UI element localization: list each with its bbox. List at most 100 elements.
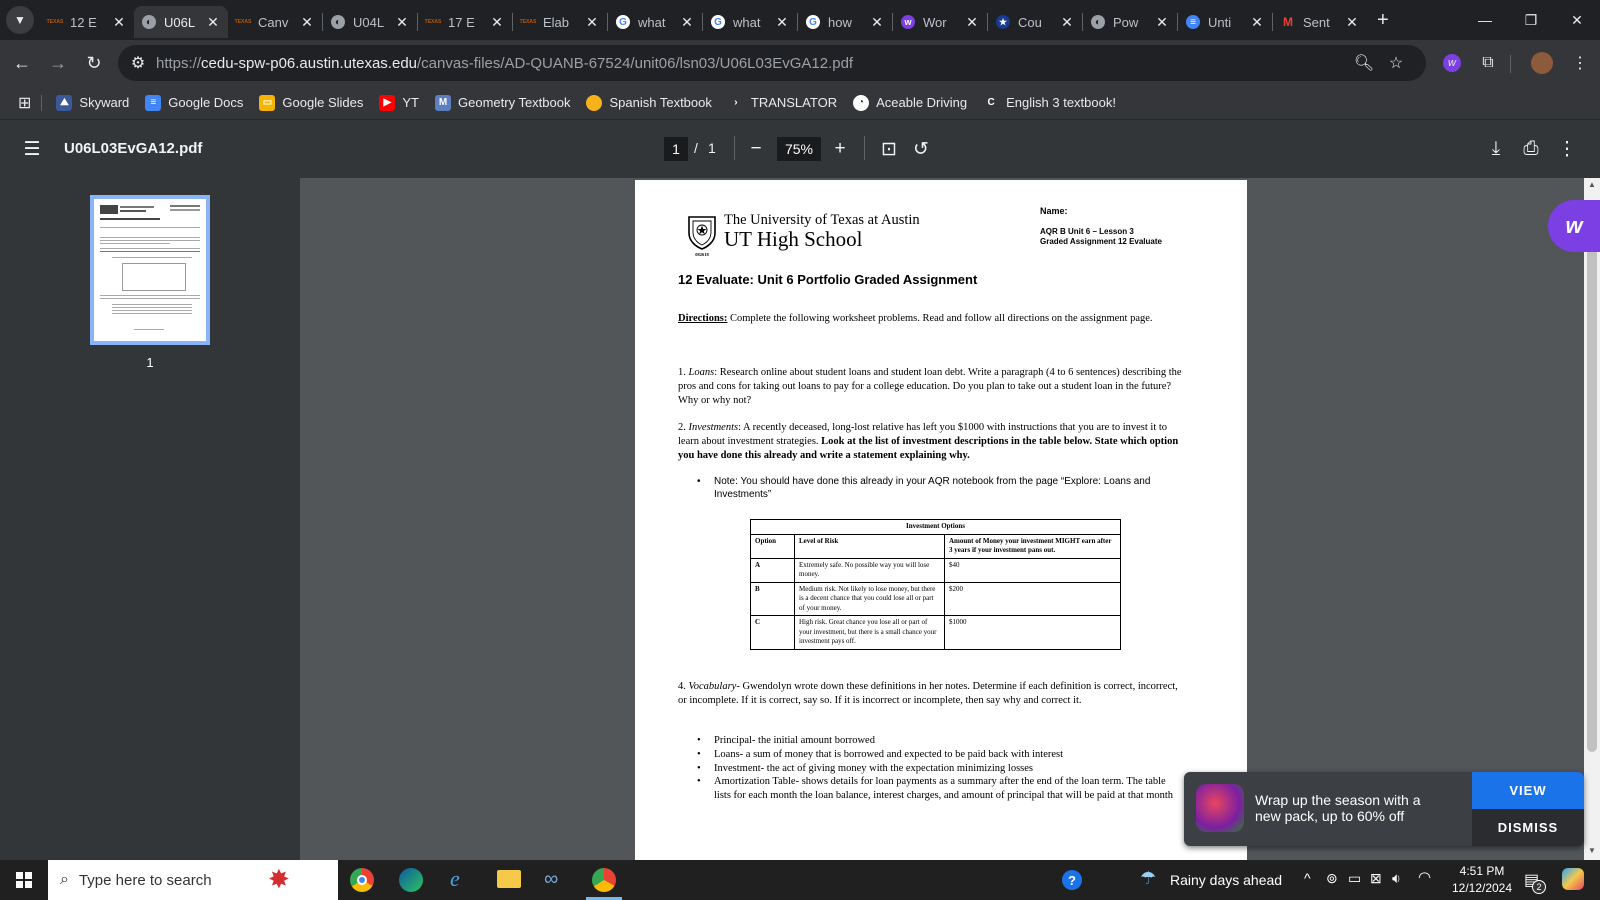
vertical-scrollbar[interactable]: ▲ ▼ [1584,178,1600,860]
tray-overflow-icon[interactable]: ^ [1304,870,1311,886]
minimize-button[interactable]: — [1462,0,1508,40]
bookmark-item[interactable]: ▭ Google Slides [259,94,363,111]
tab-search-button[interactable]: ▼ [6,6,34,34]
back-button[interactable]: ← [4,45,40,81]
zoom-in-button[interactable]: + [825,134,855,164]
meet-now-icon[interactable]: ⊚ [1326,870,1338,887]
table-cell: $200 [944,581,1121,616]
chrome-active-taskbar-icon[interactable] [592,868,616,892]
bookmark-star-icon[interactable]: ☆ [1382,45,1410,81]
taskbar-search-box[interactable]: ⌕ Type here to search ✸ [48,860,338,900]
volume-icon[interactable]: 🔉︎ [1392,870,1401,887]
print-button[interactable]: ⎙ [1516,134,1546,164]
wordtune-icon: w [1565,213,1583,238]
promo-dismiss-button[interactable]: DISMISS [1472,809,1584,846]
scroll-down-icon[interactable]: ▼ [1588,846,1596,855]
extensions-puzzle-icon[interactable]: ⧉ [1470,45,1506,81]
chrome-taskbar-icon[interactable] [350,868,374,892]
profile-avatar[interactable] [1524,45,1560,81]
site-info-icon[interactable]: ⚙ [124,45,152,81]
bookmark-item[interactable]: ▶ YT [379,94,419,111]
gift-pack-icon [1196,784,1244,832]
browser-tab[interactable]: ◐ Pow ✕ [1083,6,1177,38]
browser-tab[interactable]: w Wor ✕ [893,6,987,38]
close-tab-icon[interactable]: ✕ [300,14,314,31]
ie-taskbar-icon[interactable]: e [450,866,460,892]
new-tab-button[interactable]: + [1377,9,1389,32]
start-button[interactable] [0,860,48,900]
copilot-icon[interactable]: ∞ [544,868,558,891]
bookmark-item[interactable]: M Geometry Textbook [435,94,570,111]
close-tab-icon[interactable]: ✕ [680,14,694,31]
close-tab-icon[interactable]: ✕ [1345,14,1359,31]
apps-grid-icon[interactable]: ⊞ [18,93,31,113]
browser-tab[interactable]: TEXAS Canv ✕ [228,6,322,38]
help-icon[interactable]: ? [1062,870,1082,890]
close-tab-icon[interactable]: ✕ [585,14,599,31]
close-tab-icon[interactable]: ✕ [395,14,409,31]
battery-icon[interactable]: ▭ [1348,870,1361,887]
file-explorer-icon[interactable] [497,870,521,888]
address-bar[interactable]: ⚙ https://cedu-spw-p06.austin.utexas.edu… [118,45,1426,81]
bookmark-item[interactable]: ≡ Google Docs [145,94,244,111]
browser-tab[interactable]: ≡ Unti ✕ [1178,6,1272,38]
scroll-up-icon[interactable]: ▲ [1588,180,1596,189]
bookmark-item[interactable]: C English 3 textbook! [983,94,1116,111]
zoom-level-input[interactable]: 75% [777,137,821,161]
clock-date[interactable]: 12/12/2024 [1446,881,1518,895]
restore-button[interactable]: ❐ [1508,0,1554,40]
scrollbar-thumb[interactable] [1587,200,1597,752]
close-window-button[interactable]: ✕ [1554,0,1600,40]
tab-title: how [828,14,852,30]
close-tab-icon[interactable]: ✕ [112,14,126,31]
page-thumbnail[interactable] [90,195,210,345]
page-number-input[interactable]: 1 [664,137,688,161]
close-tab-icon[interactable]: ✕ [965,14,979,31]
clock-time[interactable]: 4:51 PM [1452,864,1512,878]
rotate-button[interactable]: ↺ [906,134,936,164]
bookmark-label: Google Docs [168,95,244,110]
edge-taskbar-icon[interactable] [399,868,423,892]
pdf-more-menu-icon[interactable]: ⋮ [1552,134,1582,164]
close-tab-icon[interactable]: ✕ [870,14,884,31]
browser-menu-icon[interactable]: ⋮ [1562,45,1598,81]
bookmark-item[interactable]: ⛰ Skyward [56,94,129,111]
wordtune-extension-icon[interactable]: w [1434,45,1470,81]
zoom-icon[interactable]: 🔍︎ [1350,45,1378,81]
wordtune-floating-button[interactable]: w [1548,200,1600,252]
browser-tab[interactable]: Gwhat ✕ [703,6,797,38]
bookmark-item[interactable]: Spanish Textbook [586,94,712,111]
close-tab-icon[interactable]: ✕ [1155,14,1169,31]
close-tab-icon[interactable]: ✕ [490,14,504,31]
pdf-viewer[interactable]: 082618 The University of Texas at Austin… [300,178,1584,860]
close-tab-icon[interactable]: ✕ [1250,14,1264,31]
aceable-icon: ◔ [853,94,870,111]
browser-tab[interactable]: TEXAS Elab ✕ [513,6,607,38]
docs-icon: ≡ [1186,15,1200,29]
download-button[interactable]: ⤓ [1481,134,1511,164]
browser-tab[interactable]: TEXAS 12 E ✕ [40,6,134,38]
bookmark-item[interactable]: › TRANSLATOR [727,94,837,111]
weather-text[interactable]: Rainy days ahead [1170,872,1282,888]
vocab-item: Principal- the initial amount borrowed [697,734,1184,748]
bookmark-item[interactable]: ◔ Aceable Driving [853,94,967,111]
hamburger-menu-icon[interactable]: ☰ [17,134,47,164]
zoom-out-button[interactable]: − [741,134,771,164]
close-tab-icon[interactable]: ✕ [206,14,220,31]
browser-tab[interactable]: Gwhat ✕ [608,6,702,38]
browser-tab[interactable]: M Sent ✕ [1273,6,1367,38]
reload-button[interactable]: ↻ [76,45,112,81]
copilot-tray-icon[interactable] [1562,868,1584,890]
browser-tab[interactable]: ★ Cou ✕ [988,6,1082,38]
wifi-icon[interactable]: ◠ [1418,868,1431,886]
browser-tab[interactable]: Ghow ✕ [798,6,892,38]
promo-view-button[interactable]: VIEW [1472,772,1584,809]
close-tab-icon[interactable]: ✕ [1060,14,1074,31]
browser-tab[interactable]: TEXAS 17 E ✕ [418,6,512,38]
fit-page-button[interactable]: ⊡ [874,134,904,164]
close-tab-icon[interactable]: ✕ [775,14,789,31]
browser-tab[interactable]: ◐ U04L ✕ [323,6,417,38]
browser-tab[interactable]: ◐ U06L ✕ [134,6,228,38]
network-icon[interactable]: ⊠ [1370,870,1382,887]
forward-button[interactable]: → [40,45,76,81]
